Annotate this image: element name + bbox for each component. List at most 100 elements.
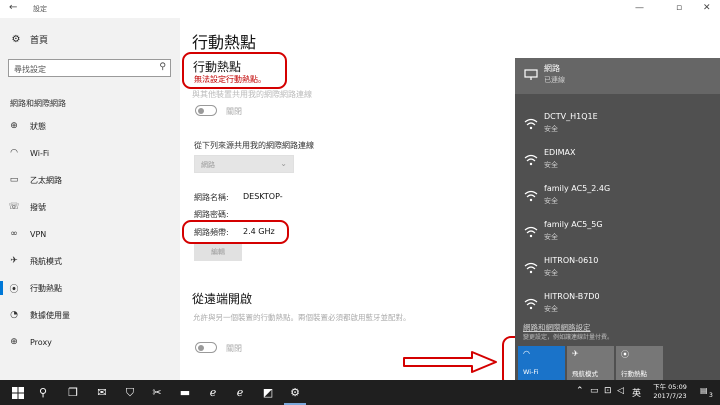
edit-button-label: 編輯 xyxy=(211,248,225,256)
close-button[interactable]: ✕ xyxy=(703,3,711,13)
page-title: 行動熱點 xyxy=(192,33,257,52)
annotation-box-band xyxy=(182,220,289,244)
chevron-down-icon: ⌄ xyxy=(280,159,287,168)
sidebar: ⚙ 首頁 尋找設定 ⚲ 網路和網際網路 ⊕ 狀態 ◠ Wi-Fi ▭ 乙太網路 … xyxy=(0,18,180,380)
network-status: 安全 xyxy=(544,269,558,277)
dropdown-value: 網路 xyxy=(201,161,215,169)
network-tray-icon[interactable]: ⊡ xyxy=(604,386,612,396)
tile-label: 行動熱點 xyxy=(621,370,647,378)
network-item[interactable]: HITRON-B7D0 安全 xyxy=(515,287,720,323)
taskbar: ⚲ ❐ ✉ ⛉ ✂ ▬ ℯ ℯ ◩ ⚙ ⌃ ▭ ⊡ ◁ 英 下午 05:09 2… xyxy=(0,380,720,405)
share-description: 與其他裝置共用我的網際網路連線 xyxy=(192,90,312,99)
network-status: 安全 xyxy=(544,233,558,241)
globe-icon: ⊕ xyxy=(10,121,18,131)
edge-icon[interactable]: ℯ xyxy=(231,384,249,401)
app-icon[interactable]: ◩ xyxy=(259,384,277,401)
sidebar-item-status[interactable]: ⊕ 狀態 xyxy=(0,115,180,137)
network-name: family AC5_2.4G xyxy=(544,184,611,193)
wifi-signal-icon xyxy=(524,118,538,130)
annotation-box-error xyxy=(182,52,287,89)
sidebar-item-wifi[interactable]: ◠ Wi-Fi xyxy=(0,142,180,164)
share-from-dropdown[interactable]: 網路 ⌄ xyxy=(194,155,294,173)
hotspot-toggle[interactable] xyxy=(195,105,217,116)
toggle-state-label: 關閉 xyxy=(226,344,242,353)
dialup-icon: ☏ xyxy=(8,202,20,212)
network-status: 安全 xyxy=(544,305,558,313)
airplane-tile-icon: ✈ xyxy=(572,349,579,358)
search-placeholder: 尋找設定 xyxy=(14,65,46,74)
sidebar-item-vpn[interactable]: ∞ VPN xyxy=(0,223,180,245)
network-item[interactable]: EDIMAX 安全 xyxy=(515,143,720,179)
ime-indicator[interactable]: 英 xyxy=(632,386,641,399)
snipping-tool-icon[interactable]: ✂ xyxy=(148,384,166,401)
network-name: HITRON-B7D0 xyxy=(544,292,600,301)
tile-label: Wi-Fi xyxy=(523,368,539,376)
tile-label: 飛航模式 xyxy=(572,370,598,378)
sidebar-item-data-usage[interactable]: ◔ 數據使用量 xyxy=(0,304,180,326)
sidebar-item-label: 乙太網路 xyxy=(30,175,62,185)
back-arrow-icon[interactable]: ← xyxy=(9,2,17,13)
sidebar-item-hotspot[interactable]: ⦿ 行動熱點 xyxy=(0,277,180,299)
remote-toggle[interactable] xyxy=(195,342,217,353)
outlook-icon[interactable]: ✉ xyxy=(93,384,111,401)
battery-icon[interactable]: ▭ xyxy=(590,386,599,396)
edit-button[interactable]: 編輯 xyxy=(194,243,242,261)
data-usage-icon: ◔ xyxy=(10,310,18,320)
network-name: DCTV_H1Q1E xyxy=(544,112,598,121)
window-title: 設定 xyxy=(33,5,47,13)
wifi-signal-icon xyxy=(524,226,538,238)
section-title: 網路和網際網路 xyxy=(10,99,66,108)
home-link[interactable]: ⚙ 首頁 xyxy=(10,33,49,46)
network-icon xyxy=(524,69,538,80)
sidebar-item-proxy[interactable]: ⊕ Proxy xyxy=(0,331,180,353)
notification-icon[interactable]: ▤ xyxy=(700,386,708,395)
annotation-arrow xyxy=(403,351,497,373)
notification-count: 3 xyxy=(709,392,713,399)
settings-gear-icon[interactable]: ⚙ xyxy=(286,384,304,401)
maximize-button[interactable]: ▫ xyxy=(676,3,682,13)
network-flyout: 網路 已連線 DCTV_H1Q1E 安全 EDIMAX 安全 family AC… xyxy=(515,58,720,380)
chevron-up-icon[interactable]: ⌃ xyxy=(576,386,584,396)
wifi-tile[interactable]: ◠ Wi-Fi xyxy=(518,346,565,380)
wifi-icon: ◠ xyxy=(10,148,18,158)
sidebar-item-ethernet[interactable]: ▭ 乙太網路 xyxy=(0,169,180,191)
sidebar-item-label: 數據使用量 xyxy=(30,310,70,320)
sidebar-item-label: 撥號 xyxy=(30,202,46,212)
hotspot-tile-icon: ⦿ xyxy=(621,350,629,359)
remote-description: 允許與另一個裝置的行動熱點。兩個裝置必須都啟用藍牙並配對。 xyxy=(193,313,411,322)
sidebar-item-label: Wi-Fi xyxy=(30,148,50,158)
airplane-icon: ✈ xyxy=(10,256,18,266)
gear-icon: ⚙ xyxy=(11,34,21,45)
internet-explorer-icon[interactable]: ℯ xyxy=(204,384,222,401)
remote-heading: 從遠端開啟 xyxy=(192,292,253,306)
start-button[interactable] xyxy=(9,384,27,401)
clock[interactable]: 下午 05:09 2017/7/23 xyxy=(652,383,688,401)
network-item[interactable]: family AC5_2.4G 安全 xyxy=(515,179,720,215)
file-explorer-icon[interactable]: ▬ xyxy=(176,384,194,401)
sidebar-item-airplane[interactable]: ✈ 飛航模式 xyxy=(0,250,180,272)
airplane-mode-tile[interactable]: ✈ 飛航模式 xyxy=(567,346,614,380)
volume-icon[interactable]: ◁ xyxy=(617,386,624,396)
task-view-icon[interactable]: ❐ xyxy=(64,384,82,401)
screen: ← 設定 — ▫ ✕ ⚙ 首頁 尋找設定 ⚲ 網路和網際網路 ⊕ 狀態 ◠ Wi… xyxy=(0,0,720,405)
proxy-icon: ⊕ xyxy=(10,337,18,347)
network-settings-sub: 變更設定，例如讓連線計量付費。 xyxy=(523,334,614,341)
search-icon[interactable]: ⚲ xyxy=(34,384,52,401)
clock-date: 2017/7/23 xyxy=(653,392,687,400)
network-item[interactable]: HITRON-0610 安全 xyxy=(515,251,720,287)
wifi-signal-icon xyxy=(524,298,538,310)
network-password-label: 網路密碼: xyxy=(194,210,229,219)
network-item[interactable]: family AC5_5G 安全 xyxy=(515,215,720,251)
search-icon[interactable]: ⚲ xyxy=(159,62,166,72)
store-icon[interactable]: ⛉ xyxy=(121,384,139,401)
minimize-button[interactable]: — xyxy=(635,3,644,13)
search-input[interactable]: 尋找設定 ⚲ xyxy=(8,59,171,77)
title-bar: ← 設定 — ▫ ✕ xyxy=(0,0,720,18)
network-item[interactable]: DCTV_H1Q1E 安全 xyxy=(515,107,720,143)
sidebar-item-dialup[interactable]: ☏ 撥號 xyxy=(0,196,180,218)
network-status: 安全 xyxy=(544,161,558,169)
network-item-connected[interactable]: 網路 已連線 xyxy=(515,58,720,94)
wifi-signal-icon xyxy=(524,190,538,202)
hotspot-tile[interactable]: ⦿ 行動熱點 xyxy=(616,346,663,380)
network-name: 網路 xyxy=(544,64,560,73)
